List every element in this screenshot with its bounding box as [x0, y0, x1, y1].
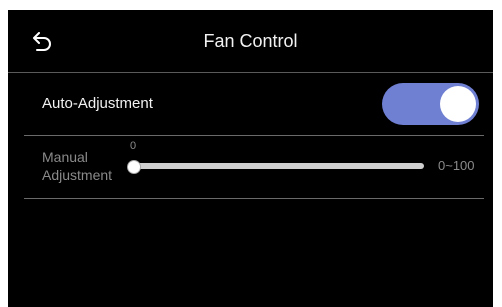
slider-value: 0	[130, 140, 137, 152]
manual-adjustment-row: Manual Adjustment 0 0~100	[24, 136, 484, 199]
manual-adjustment-slider-thumb[interactable]	[127, 160, 141, 174]
auto-adjustment-label: Auto-Adjustment	[42, 95, 153, 112]
auto-adjustment-row: Auto-Adjustment	[24, 73, 484, 136]
back-arrow-icon[interactable]	[30, 32, 52, 52]
page-title: Fan Control	[203, 31, 298, 51]
manual-adjustment-slider-track[interactable]	[134, 163, 424, 169]
fan-control-screen: Fan Control Auto-Adjustment Manual Adjus…	[8, 10, 493, 307]
slider-range-label: 0~100	[438, 158, 475, 173]
header-bar: Fan Control	[8, 10, 493, 73]
toggle-knob	[440, 86, 476, 122]
auto-adjustment-toggle[interactable]	[382, 83, 479, 125]
